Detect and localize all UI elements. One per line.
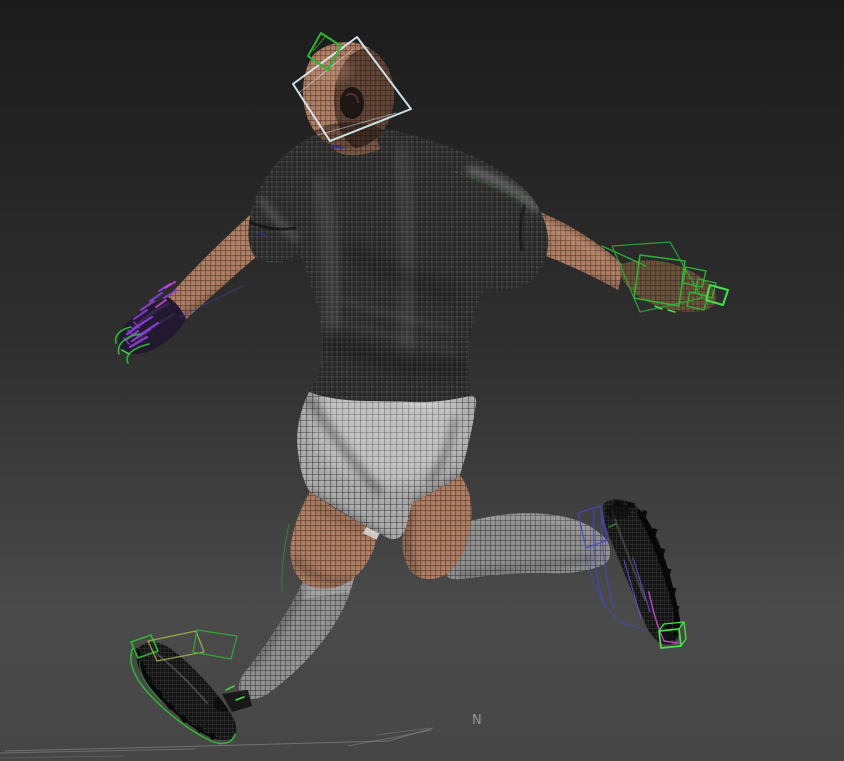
- viewport-canvas[interactable]: N: [0, 0, 844, 761]
- viewport-3d[interactable]: N: [0, 0, 844, 761]
- ear: [340, 87, 364, 119]
- compass-label: N: [472, 713, 482, 728]
